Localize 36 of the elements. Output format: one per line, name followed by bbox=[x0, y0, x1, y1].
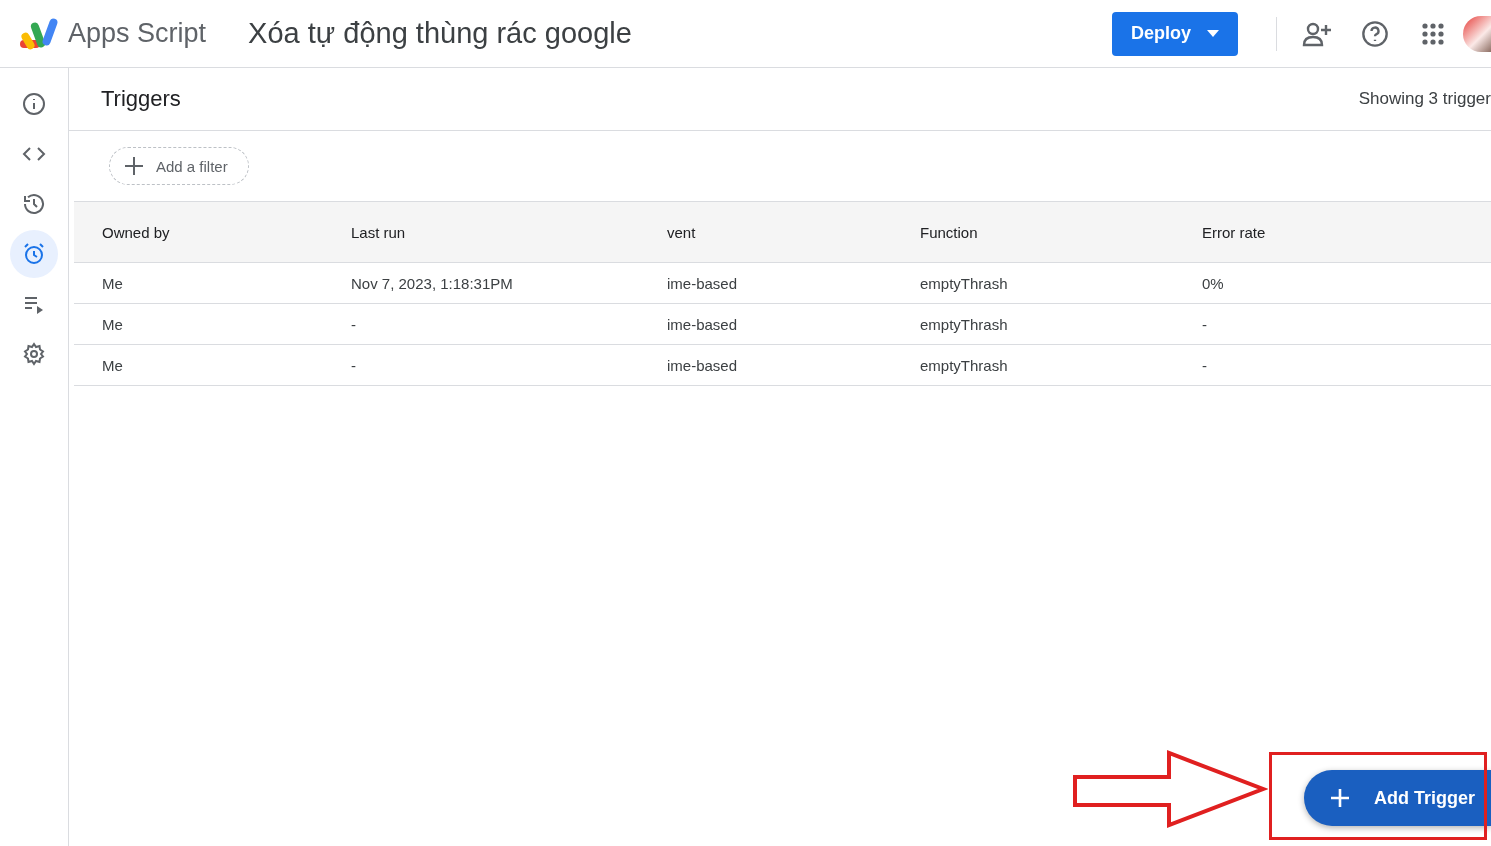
project-title[interactable]: Xóa tự động thùng rác google bbox=[248, 17, 632, 50]
table-cell-text: emptyThrash bbox=[920, 274, 1009, 292]
trigger-count: Showing 3 trigger bbox=[1358, 89, 1491, 109]
table-cell-text: ime-based bbox=[667, 315, 739, 333]
table-cell-text: ime-based bbox=[667, 274, 739, 292]
product-name: Apps Script bbox=[68, 18, 207, 49]
table-cell-text: ime-based bbox=[667, 356, 739, 374]
deploy-button[interactable]: Deploy bbox=[1112, 11, 1238, 56]
column-header: Last run bbox=[351, 223, 407, 241]
column-header: Function bbox=[920, 223, 979, 241]
table-cell-text: Me bbox=[101, 356, 124, 374]
plus-icon bbox=[124, 156, 144, 176]
table-cell-text: - bbox=[351, 356, 357, 374]
alarm-clock-icon bbox=[22, 242, 46, 266]
page-title: Triggers bbox=[101, 86, 181, 112]
table-cell-text: emptyThrash bbox=[920, 356, 1009, 374]
plus-icon bbox=[1330, 788, 1350, 808]
table-cell-text: Me bbox=[101, 315, 124, 333]
nav-button[interactable] bbox=[10, 230, 58, 278]
settings-icon bbox=[22, 342, 46, 366]
table-cell-text: - bbox=[351, 315, 357, 333]
column-header: Owned by bbox=[101, 223, 171, 241]
column-header: vent bbox=[667, 223, 697, 241]
table-cell-text: emptyThrash bbox=[920, 315, 1009, 333]
add-filter-button[interactable]: Add a filter bbox=[109, 147, 249, 185]
add-trigger-button[interactable]: Add Trigger bbox=[1304, 770, 1491, 826]
info-icon bbox=[22, 92, 46, 116]
table-cell-text: Nov 7, 2023, 1:18:31PM bbox=[351, 274, 514, 292]
table-cell-text: - bbox=[1202, 356, 1208, 374]
column-header: Error rate bbox=[1202, 223, 1267, 241]
table-cell-text: 0% bbox=[1202, 274, 1225, 292]
table-cell-text: - bbox=[1202, 315, 1208, 333]
caret-icon bbox=[1207, 29, 1219, 38]
avatar[interactable] bbox=[1463, 15, 1491, 52]
table-cell-text: Me bbox=[101, 274, 124, 292]
history-icon bbox=[22, 192, 46, 216]
